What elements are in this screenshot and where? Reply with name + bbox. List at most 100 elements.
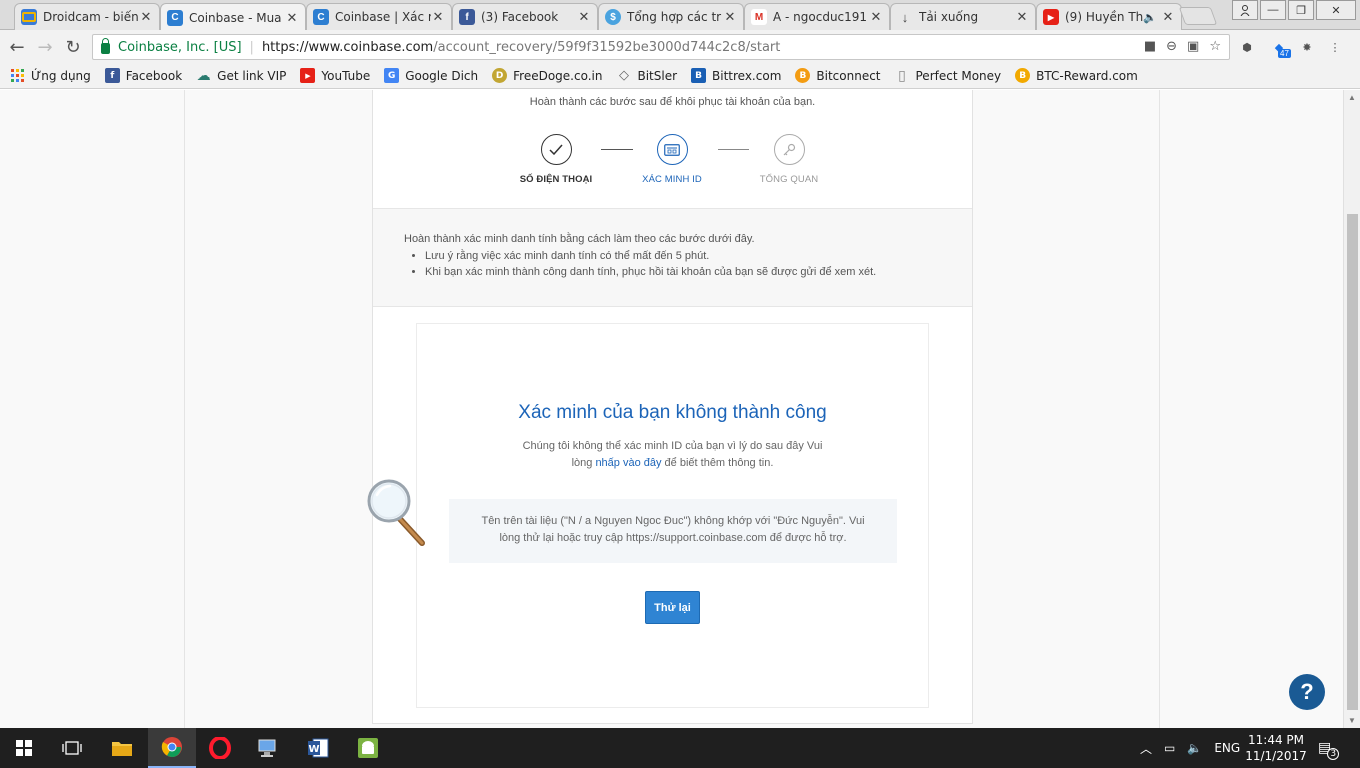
step-overview: TỔNG QUAN <box>729 134 849 185</box>
tab-youtube[interactable]: ▶ (9) Huyền Th 🔈 ✕ <box>1036 3 1182 30</box>
step-label: TỔNG QUAN <box>759 174 819 185</box>
taskbar-chrome[interactable] <box>148 728 196 768</box>
coinbase-icon: C <box>313 9 329 25</box>
bookmark-youtube[interactable]: ▶ YouTube <box>300 68 370 83</box>
step-phone: SỐ ĐIỆN THOẠI <box>496 134 616 185</box>
extension-badge: 47 <box>1278 49 1291 58</box>
minimize-button[interactable]: — <box>1260 0 1286 20</box>
network-icon[interactable]: ▭ <box>1164 741 1175 755</box>
bookmark-perfect-money[interactable]: ▯ Perfect Money <box>895 67 1001 84</box>
extension-android-icon[interactable]: ✸ <box>1298 38 1316 56</box>
close-icon[interactable]: ✕ <box>869 9 883 25</box>
close-window-button[interactable]: ✕ <box>1316 0 1356 20</box>
bookmark-apps[interactable]: Ứng dụng <box>10 68 91 83</box>
reload-button[interactable]: ↻ <box>62 36 84 58</box>
download-icon: ↓ <box>901 9 909 25</box>
tab-downloads[interactable]: ↓ Tải xuống ✕ <box>890 3 1036 30</box>
close-icon[interactable]: ✕ <box>577 9 591 25</box>
tab-gmail[interactable]: M A - ngocduc191 ✕ <box>744 3 890 30</box>
task-view-button[interactable] <box>48 728 96 768</box>
more-info-link[interactable]: nhấp vào đây <box>595 457 661 469</box>
droidcam-icon <box>21 9 37 25</box>
taskbar-file-explorer[interactable] <box>98 728 146 768</box>
tab-coinbase-verify[interactable]: C Coinbase | Xác m ✕ <box>306 3 452 30</box>
tab-droidcam[interactable]: Droidcam - biến ✕ <box>14 3 160 30</box>
url-host: https://www.coinbase.com <box>261 39 434 55</box>
bookmark-label: Bittrex.com <box>712 68 782 83</box>
bookmark-bittrex[interactable]: B Bittrex.com <box>691 68 781 83</box>
doge-icon: D <box>492 68 508 83</box>
page-icon: ▯ <box>898 67 906 84</box>
tab-title: A - ngocduc191 <box>773 10 868 24</box>
volume-icon[interactable]: 🔈 <box>1187 741 1202 755</box>
tab-title: Droidcam - biến <box>43 10 139 24</box>
url-path: /account_recovery/59f9f31592be3000d744c2… <box>433 39 781 55</box>
bookmark-bitsler[interactable]: ◇ BitSler <box>616 68 677 83</box>
bitsler-icon: ◇ <box>618 68 629 83</box>
gmail-icon: M <box>751 9 767 25</box>
help-button[interactable]: ? <box>1289 674 1325 710</box>
cloud-icon: ☁ <box>196 67 211 84</box>
taskbar-network-app[interactable] <box>244 728 292 768</box>
clock[interactable]: 11:44 PM 11/1/2017 <box>1245 728 1307 768</box>
bookmark-get-link-vip[interactable]: ☁ Get link VIP <box>196 67 287 84</box>
restore-button[interactable]: ❐ <box>1288 0 1314 20</box>
bookmark-btc-reward[interactable]: B BTC-Reward.com <box>1015 68 1138 83</box>
taskbar-android-app[interactable] <box>344 728 392 768</box>
page-viewport: Hoàn thành các bước sau để khôi phục tài… <box>0 90 1343 728</box>
tab-title: Tổng hợp các tr <box>627 10 722 24</box>
retry-button[interactable]: Thử lại <box>645 591 700 624</box>
task-view-icon <box>62 741 82 755</box>
chevron-up-icon[interactable]: ︿ <box>1140 740 1152 757</box>
tab-tong-hop[interactable]: $ Tổng hợp các tr ✕ <box>598 3 744 30</box>
tab-title: (3) Facebook <box>481 10 559 24</box>
facebook-icon: f <box>459 9 475 25</box>
translate-icon[interactable]: ▣ <box>1187 39 1199 54</box>
back-button[interactable]: ← <box>6 36 28 58</box>
failure-reason: Tên trên tài liệu ("N / a Nguyen Ngoc Đu… <box>449 499 897 563</box>
address-bar[interactable]: Coinbase, Inc. [US] | https://www.coinba… <box>92 34 1230 60</box>
forward-button[interactable]: → <box>34 36 56 58</box>
close-icon[interactable]: ✕ <box>1015 9 1029 25</box>
close-icon[interactable]: ✕ <box>1161 9 1175 25</box>
profile-icon[interactable] <box>1232 0 1258 20</box>
word-icon: W <box>308 738 329 758</box>
zoom-icon[interactable]: ⊖ <box>1166 39 1177 54</box>
close-icon[interactable]: ✕ <box>139 9 153 25</box>
extension-shield-icon[interactable]: ⬢ <box>1238 38 1256 56</box>
id-card-icon <box>656 134 688 165</box>
bookmark-freedoge[interactable]: D FreeDoge.co.in <box>492 68 602 83</box>
new-tab-button[interactable] <box>1178 7 1218 25</box>
scroll-down-icon[interactable]: ▼ <box>1348 716 1356 725</box>
magnifier-icon <box>366 479 430 549</box>
close-icon[interactable]: ✕ <box>431 9 445 25</box>
youtube-icon: ▶ <box>300 68 316 83</box>
tab-coinbase-buy[interactable]: C Coinbase - Mua ✕ <box>160 3 306 31</box>
bookmark-label: Get link VIP <box>217 68 287 83</box>
action-center-button[interactable]: ▤ 3 <box>1318 728 1343 768</box>
tab-title: (9) Huyền Th <box>1065 10 1144 24</box>
bookmark-google-dich[interactable]: G Google Dich <box>384 68 478 83</box>
start-button[interactable] <box>0 728 48 768</box>
key-icon <box>773 134 805 165</box>
taskbar-opera[interactable] <box>196 728 244 768</box>
bookmark-facebook[interactable]: f Facebook <box>104 68 182 83</box>
close-icon[interactable]: ✕ <box>723 9 737 25</box>
scrollbar[interactable]: ▲ ▼ <box>1343 90 1360 728</box>
scroll-up-icon[interactable]: ▲ <box>1348 93 1356 102</box>
menu-icon[interactable]: ⋮ <box>1326 38 1344 56</box>
extension-ads-icon[interactable]: ◆ 47 <box>1270 38 1291 58</box>
tab-facebook[interactable]: f (3) Facebook ✕ <box>452 3 598 30</box>
info-heading: Hoàn thành xác minh danh tính bằng cách … <box>404 233 755 245</box>
language-indicator[interactable]: ENG <box>1214 741 1240 755</box>
scroll-thumb[interactable] <box>1347 214 1358 710</box>
bookmark-bitconnect[interactable]: B Bitconnect <box>795 68 881 83</box>
clock-date: 11/1/2017 <box>1245 749 1307 763</box>
star-icon[interactable]: ☆ <box>1209 39 1221 54</box>
chrome-icon <box>161 737 182 758</box>
taskbar-word[interactable]: W <box>294 728 342 768</box>
step-label: SỐ ĐIỆN THOẠI <box>519 174 593 185</box>
close-icon[interactable]: ✕ <box>285 10 299 26</box>
camera-icon[interactable]: ■ <box>1144 39 1156 54</box>
lock-icon <box>101 38 110 54</box>
